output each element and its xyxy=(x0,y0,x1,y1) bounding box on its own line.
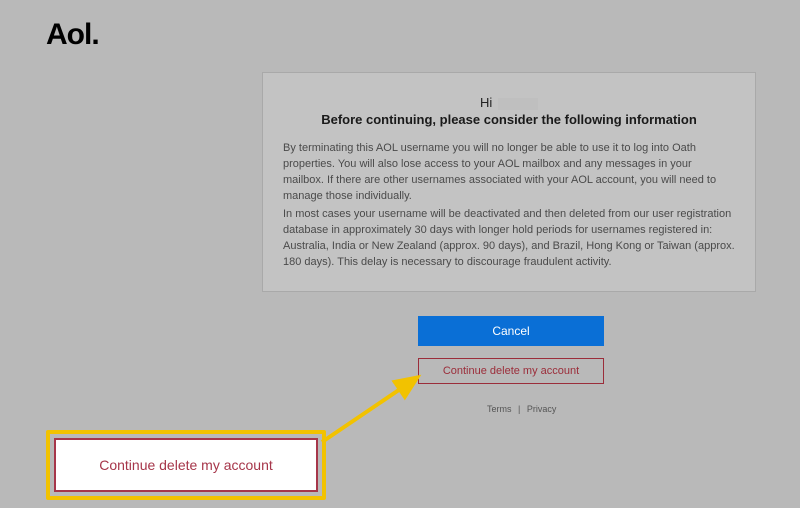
greeting-prefix: Hi xyxy=(480,95,492,110)
privacy-link[interactable]: Privacy xyxy=(527,404,557,414)
callout-continue-delete: Continue delete my account xyxy=(54,438,318,492)
dialog-paragraph-2: In most cases your username will be deac… xyxy=(283,207,735,271)
footer-links: Terms | Privacy xyxy=(485,404,558,414)
footer-separator: | xyxy=(518,404,520,414)
terminate-account-dialog: Hi Before continuing, please consider th… xyxy=(262,72,756,292)
username-redacted xyxy=(498,98,538,110)
cancel-button[interactable]: Cancel xyxy=(418,316,604,346)
dialog-body: By terminating this AOL username you wil… xyxy=(283,141,735,271)
greeting-line: Hi xyxy=(283,95,735,110)
dialog-paragraph-1: By terminating this AOL username you wil… xyxy=(283,141,735,205)
continue-delete-button[interactable]: Continue delete my account xyxy=(418,358,604,384)
terms-link[interactable]: Terms xyxy=(487,404,512,414)
aol-logo: Aol. xyxy=(46,18,99,52)
dialog-headline: Before continuing, please consider the f… xyxy=(283,112,735,127)
